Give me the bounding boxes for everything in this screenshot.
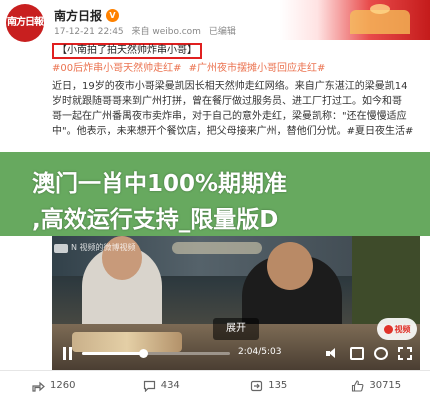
like-button[interactable]: 30715 [323, 379, 430, 392]
comment-count: 434 [160, 380, 180, 391]
progress-fill [82, 352, 143, 355]
video-watermark: N 视频的微博视频 [71, 243, 136, 252]
post-time[interactable]: 17-12-21 22:45 [54, 27, 124, 37]
progress-bar[interactable] [82, 349, 230, 358]
post-tags: #00后炸串小哥天然帅走红# #广州夜市摆摊小哥回应走红# [52, 61, 422, 77]
like-count: 30715 [369, 380, 402, 391]
video-lamp [172, 242, 262, 254]
video-controls: 2:04/5:03 [52, 342, 420, 366]
video-source-label: 视频 [394, 324, 411, 334]
topic-tag[interactable]: #00后炸串小哥天然帅走红# [52, 63, 181, 74]
share-count: 1260 [50, 380, 76, 391]
comment-icon [143, 380, 155, 392]
pause-icon[interactable] [62, 347, 74, 360]
topic-tag[interactable]: #广州夜市摆摊小哥回应走红# [189, 63, 326, 74]
post-title: 【小南拍了拍天然帅炸串小哥】 [52, 43, 202, 59]
comment-button[interactable]: 434 [108, 380, 216, 392]
action-bar: 1260 434 135 30715 [0, 370, 430, 400]
account-name[interactable]: 南方日报 [54, 7, 102, 24]
repost-icon [251, 380, 263, 391]
post-header: 南方日報 南方日报 V 17-12-21 22:45 来自 weibo.com … [0, 0, 430, 42]
video-source-badge: 视频 [377, 318, 417, 340]
expand-button[interactable]: 展开 [213, 318, 259, 340]
video-time: 2:04/5:03 [238, 347, 282, 357]
header-banner-image [280, 0, 430, 40]
avatar-logo-text: 南方日報 [7, 17, 44, 28]
share-button[interactable]: 1260 [0, 380, 108, 392]
speed-icon[interactable] [374, 347, 388, 360]
video-camera-icon [54, 244, 68, 253]
video-person-center-head [267, 242, 313, 290]
post-meta: 17-12-21 22:45 来自 weibo.com 已编辑 [54, 24, 241, 37]
video-source-logo-icon [383, 324, 393, 334]
verified-badge-icon: V [106, 8, 120, 22]
post-content: 【小南拍了拍天然帅炸串小哥】 #00后炸串小哥天然帅走红# #广州夜市摆摊小哥回… [52, 43, 422, 139]
edited-label[interactable]: 已编辑 [209, 27, 236, 37]
fullscreen-icon[interactable] [398, 347, 412, 360]
share-icon [32, 381, 45, 392]
repost-count: 135 [268, 380, 288, 391]
name-row: 南方日报 V [54, 7, 120, 24]
avatar[interactable]: 南方日報 [6, 4, 44, 42]
progress-knob[interactable] [138, 349, 148, 358]
overlay-line-1: 澳门一肖中100%期期准 [32, 171, 288, 197]
repost-button[interactable]: 135 [215, 380, 323, 392]
like-icon [352, 379, 364, 392]
caption-icon[interactable] [350, 347, 364, 360]
volume-icon[interactable] [326, 347, 340, 360]
overlay-banner: 澳门一肖中100%期期准 ,高效运行支持_限量版D [0, 152, 430, 236]
post-title-line: 【小南拍了拍天然帅炸串小哥】 [52, 43, 422, 59]
post-body: 近日，19岁的夜市小哥梁曼凯因长相天然帅走红网络。来自广东湛江的梁曼凯14 岁时… [52, 81, 414, 137]
post-source: 来自 weibo.com [131, 27, 201, 37]
overlay-line-2: ,高效运行支持_限量版D [32, 207, 279, 233]
